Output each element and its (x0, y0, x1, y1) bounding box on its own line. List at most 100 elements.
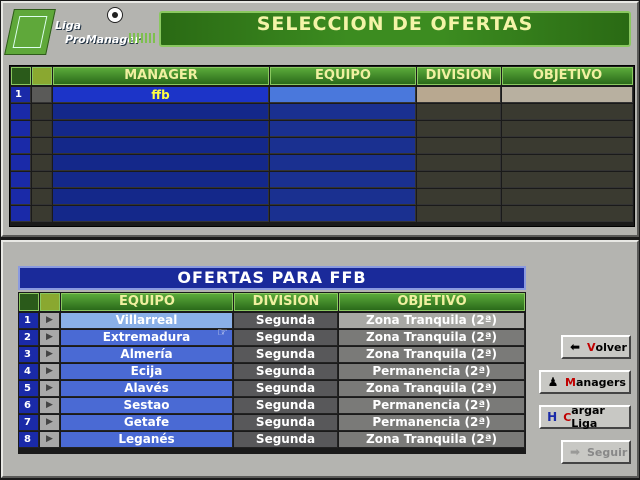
offer-division: Segunda (234, 347, 338, 363)
offer-number: 6 (19, 398, 39, 414)
manager-person-icon: ♟ (547, 375, 559, 389)
play-arrow-icon[interactable]: ▶ (40, 381, 60, 397)
offer-team: Almería (61, 347, 233, 363)
offer-objective: Permanencia (2ª) (339, 415, 525, 431)
cargar-liga-button[interactable]: H Cargar Liga (539, 404, 631, 430)
title-bar: SELECCION DE OFERTAS (159, 11, 631, 47)
offer-row[interactable]: 2 ▶ Extremadura Segunda Zona Tranquila (… (19, 330, 525, 346)
manager-division (417, 87, 501, 103)
header-flag (32, 67, 52, 85)
mouse-cursor-icon: ☞ (217, 325, 228, 339)
offers-title: OFERTAS PARA FFB (177, 268, 367, 287)
header-objective: OBJETIVO (502, 67, 633, 85)
offer-row[interactable]: 8 ▶ Leganés Segunda Zona Tranquila (2ª) (19, 432, 525, 448)
header-team: EQUIPO (270, 67, 416, 85)
offer-division: Segunda (234, 313, 338, 329)
manager-row-empty (11, 206, 633, 222)
soccer-ball-icon (107, 7, 123, 23)
bottom-panel: OFERTAS PARA FFB EQUIPO DIVISION OBJETIV… (1, 240, 639, 478)
load-league-icon: H (547, 410, 558, 424)
manager-row-empty (11, 138, 633, 154)
managers-table: MANAGER EQUIPO DIVISION OBJETIVO 1 ffb (9, 65, 635, 227)
logo-text-line1: Liga (55, 19, 82, 32)
offer-team: Villarreal (61, 313, 233, 329)
offer-number: 8 (19, 432, 39, 448)
offers-header-division: DIVISION (234, 293, 338, 311)
offers-header-objective: OBJETIVO (339, 293, 525, 311)
page-title: SELECCION DE OFERTAS (256, 13, 534, 35)
row-flag (32, 87, 52, 103)
play-arrow-icon[interactable]: ▶ (40, 398, 60, 414)
offers-title-bar: OFERTAS PARA FFB (18, 266, 526, 290)
back-arrow-icon: ⬅ (569, 340, 581, 354)
offer-division: Segunda (234, 381, 338, 397)
manager-objective (502, 87, 633, 103)
offer-row[interactable]: 6 ▶ Sestao Segunda Permanencia (2ª) (19, 398, 525, 414)
offer-row[interactable]: 1 ▶ Villarreal Segunda Zona Tranquila (2… (19, 313, 525, 329)
offer-team: Getafe (61, 415, 233, 431)
manager-row[interactable]: 1 ffb (11, 87, 633, 103)
offer-row[interactable]: 4 ▶ Ecija Segunda Permanencia (2ª) (19, 364, 525, 380)
volver-label: olver (595, 340, 627, 354)
offer-team: Leganés (61, 432, 233, 448)
offer-number: 7 (19, 415, 39, 431)
offer-number: 1 (19, 313, 39, 329)
soccer-field-icon (4, 9, 56, 55)
volver-button[interactable]: ⬅ Volver (561, 335, 631, 359)
managers-button[interactable]: ♟ Managers (539, 370, 631, 394)
offer-row[interactable]: 3 ▶ Almería Segunda Zona Tranquila (2ª) (19, 347, 525, 363)
play-arrow-icon[interactable]: ▶ (40, 432, 60, 448)
offers-header-num (19, 293, 39, 311)
offer-division: Segunda (234, 330, 338, 346)
offer-objective: Zona Tranquila (2ª) (339, 347, 525, 363)
offers-header-arrow (40, 293, 60, 311)
offers-table: EQUIPO DIVISION OBJETIVO 1 ▶ Villarreal … (18, 292, 526, 454)
offer-division: Segunda (234, 415, 338, 431)
header-num (11, 67, 31, 85)
liga-promanager-logo: Liga ProManager (4, 7, 159, 55)
logo-stripes (129, 33, 157, 43)
header-manager: MANAGER (53, 67, 269, 85)
offer-objective: Permanencia (2ª) (339, 398, 525, 414)
row-number: 1 (11, 87, 31, 103)
manager-row-empty (11, 121, 633, 137)
header-division: DIVISION (417, 67, 501, 85)
manager-name: ffb (53, 87, 269, 103)
cargar-label: argar Liga (571, 404, 605, 430)
offer-team: Extremadura (61, 330, 233, 346)
offer-objective: Permanencia (2ª) (339, 364, 525, 380)
play-arrow-icon[interactable]: ▶ (40, 330, 60, 346)
manager-row-empty (11, 189, 633, 205)
manager-team (270, 87, 416, 103)
offer-team: Alavés (61, 381, 233, 397)
offer-number: 4 (19, 364, 39, 380)
cargar-hotkey: C (563, 410, 572, 424)
manager-row-empty (11, 172, 633, 188)
play-arrow-icon[interactable]: ▶ (40, 313, 60, 329)
offer-objective: Zona Tranquila (2ª) (339, 381, 525, 397)
seguir-label: Seguir (587, 445, 628, 459)
managers-label: anagers (575, 375, 626, 389)
top-panel: Liga ProManager SELECCION DE OFERTAS MAN… (1, 1, 639, 237)
offer-number: 3 (19, 347, 39, 363)
forward-arrow-icon: ➡ (569, 445, 581, 459)
offer-objective: Zona Tranquila (2ª) (339, 313, 525, 329)
offers-header-team: EQUIPO (61, 293, 233, 311)
offer-row[interactable]: 7 ▶ Getafe Segunda Permanencia (2ª) (19, 415, 525, 431)
offer-team: Ecija (61, 364, 233, 380)
volver-hotkey: V (587, 340, 596, 354)
seguir-button[interactable]: ➡ Seguir (561, 440, 631, 464)
offer-division: Segunda (234, 432, 338, 448)
offer-number: 5 (19, 381, 39, 397)
offer-row[interactable]: 5 ▶ Alavés Segunda Zona Tranquila (2ª) (19, 381, 525, 397)
managers-hotkey: M (565, 375, 576, 389)
play-arrow-icon[interactable]: ▶ (40, 364, 60, 380)
manager-row-empty (11, 104, 633, 120)
offer-number: 2 (19, 330, 39, 346)
play-arrow-icon[interactable]: ▶ (40, 415, 60, 431)
play-arrow-icon[interactable]: ▶ (40, 347, 60, 363)
offer-division: Segunda (234, 364, 338, 380)
offer-division: Segunda (234, 398, 338, 414)
manager-row-empty (11, 155, 633, 171)
offer-objective: Zona Tranquila (2ª) (339, 432, 525, 448)
